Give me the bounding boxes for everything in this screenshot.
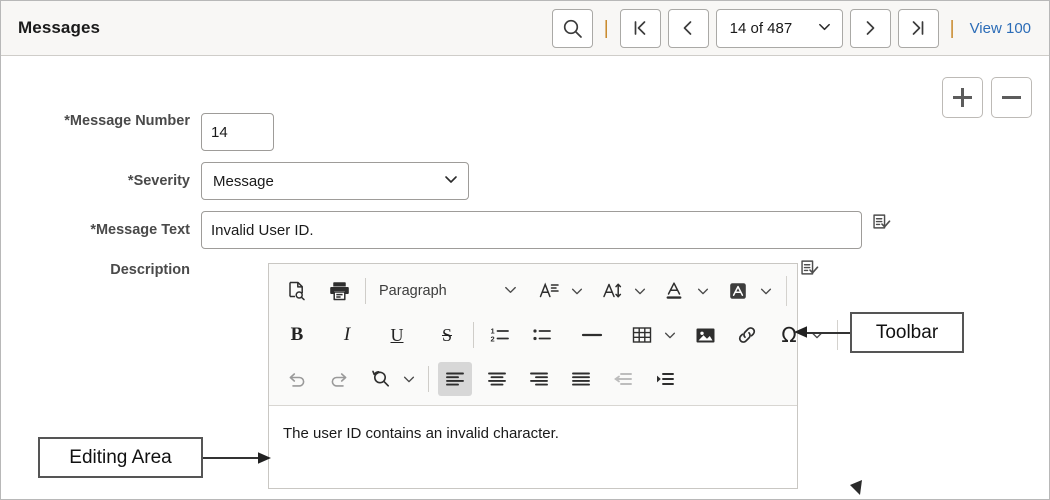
previous-page-button[interactable] [667, 8, 709, 48]
callout-editing-area-leader-line [203, 457, 265, 459]
field-row-message-number: *Message Number 14 [1, 113, 274, 151]
add-row-button[interactable] [942, 77, 983, 118]
editor-toolbar-row-1: Paragraph [269, 269, 797, 313]
callout-toolbar-label: Toolbar [875, 321, 939, 343]
find-replace-icon[interactable] [364, 362, 398, 396]
paragraph-format-dropdown[interactable]: Paragraph [375, 274, 524, 308]
italic-label: I [343, 324, 351, 345]
editor-content-text: The user ID contains an invalid characte… [283, 425, 559, 442]
description-spell-check-icon[interactable] [799, 259, 820, 285]
next-page-button[interactable] [849, 8, 891, 48]
strikethrough-icon[interactable]: S [430, 318, 464, 352]
page-counter-value: 14 of 487 [729, 19, 793, 37]
find-replace-chevron-down-icon[interactable] [398, 362, 419, 396]
message-number-label: *Message Number [64, 113, 190, 129]
header-divider-2: | [949, 17, 955, 39]
callout-toolbar: Toolbar [850, 312, 964, 353]
messages-page: Messages | 14 of 487 | View 100 *Message… [0, 0, 1050, 500]
indent-icon[interactable] [648, 362, 682, 396]
strikethrough-label: S [441, 324, 452, 345]
page-title: Messages [18, 18, 101, 37]
svg-text:2: 2 [491, 334, 495, 343]
align-right-icon[interactable] [522, 362, 556, 396]
chevron-down-icon [503, 282, 518, 301]
message-text-label: *Message Text [90, 222, 190, 238]
paragraph-format-value: Paragraph [379, 283, 447, 299]
font-color-icon[interactable] [658, 274, 692, 308]
chevron-right-icon [860, 18, 880, 38]
font-size-icon[interactable] [595, 274, 629, 308]
font-family-chevron-down-icon[interactable] [566, 274, 587, 308]
special-character-chevron-down-icon[interactable] [806, 318, 827, 352]
search-icon [562, 18, 583, 39]
background-color-icon[interactable] [721, 274, 755, 308]
outdent-icon[interactable] [606, 362, 640, 396]
callout-editing-area: Editing Area [38, 437, 203, 478]
underline-label: U [390, 324, 404, 345]
chevron-down-icon [443, 171, 459, 191]
font-color-chevron-down-icon[interactable] [692, 274, 713, 308]
cursor-pointer-icon [850, 480, 862, 495]
delete-row-button[interactable] [991, 77, 1032, 118]
field-row-message-text: *Message Text Invalid User ID. [1, 211, 892, 249]
numbered-list-icon[interactable]: 1 2 [483, 318, 517, 352]
message-text-input[interactable]: Invalid User ID. [201, 211, 862, 249]
search-button[interactable] [551, 8, 593, 48]
bulleted-list-icon[interactable] [525, 318, 559, 352]
callout-editing-area-label: Editing Area [69, 446, 172, 468]
first-page-button[interactable] [619, 8, 661, 48]
chevron-down-icon [817, 19, 832, 38]
align-left-icon[interactable] [438, 362, 472, 396]
table-icon[interactable] [625, 318, 659, 352]
italic-icon[interactable]: I [330, 318, 364, 352]
severity-label: *Severity [127, 173, 190, 189]
font-family-icon[interactable] [532, 274, 566, 308]
underline-icon[interactable]: U [380, 318, 414, 352]
editor-toolbar-row-2: B I U S 1 2 Ω [269, 313, 838, 357]
page-header: Messages | 14 of 487 | View 100 [1, 1, 1049, 56]
minus-icon [1002, 88, 1021, 107]
rich-text-editor: Paragraph B I U S 1 2 Ω The user ID cont… [268, 263, 838, 489]
spell-check-icon[interactable] [871, 213, 892, 239]
background-color-chevron-down-icon[interactable] [755, 274, 776, 308]
page-counter-dropdown[interactable]: 14 of 487 [715, 8, 843, 48]
callout-editing-area-arrowhead [258, 452, 271, 464]
severity-value: Message [213, 172, 274, 190]
last-page-button[interactable] [897, 8, 939, 48]
field-row-severity: *Severity Message [1, 162, 469, 200]
print-icon[interactable] [322, 274, 356, 308]
source-preview-icon[interactable] [280, 274, 314, 308]
link-icon[interactable] [730, 318, 764, 352]
plus-icon [953, 88, 972, 107]
field-row-description: Description [1, 258, 201, 282]
horizontal-rule-icon[interactable] [575, 318, 609, 352]
align-justify-icon[interactable] [564, 362, 598, 396]
page-body: *Message Number 14 *Severity Message *Me… [1, 56, 1049, 499]
font-size-chevron-down-icon[interactable] [629, 274, 650, 308]
undo-icon[interactable] [280, 362, 314, 396]
callout-toolbar-leader-line [804, 332, 850, 334]
editor-toolbar: Paragraph B I U S 1 2 Ω [269, 264, 838, 406]
chevron-left-icon [678, 18, 698, 38]
first-page-icon [630, 18, 650, 38]
align-center-icon[interactable] [480, 362, 514, 396]
table-chevron-down-icon[interactable] [659, 318, 680, 352]
bold-icon[interactable]: B [280, 318, 314, 352]
callout-toolbar-arrowhead [794, 326, 807, 338]
message-number-input[interactable]: 14 [201, 113, 274, 151]
last-page-icon [908, 18, 928, 38]
redo-icon[interactable] [322, 362, 356, 396]
editor-content-area[interactable]: The user ID contains an invalid characte… [269, 406, 797, 442]
description-label: Description [110, 262, 190, 278]
severity-select[interactable]: Message [201, 162, 469, 200]
header-navigation: | 14 of 487 | View 100 [551, 8, 1049, 48]
row-action-buttons [942, 77, 1032, 118]
header-divider-1: | [603, 17, 609, 39]
bold-label: B [290, 324, 304, 345]
image-icon[interactable] [688, 318, 722, 352]
editor-toolbar-row-3 [269, 357, 797, 401]
view-100-link[interactable]: View 100 [966, 20, 1035, 37]
